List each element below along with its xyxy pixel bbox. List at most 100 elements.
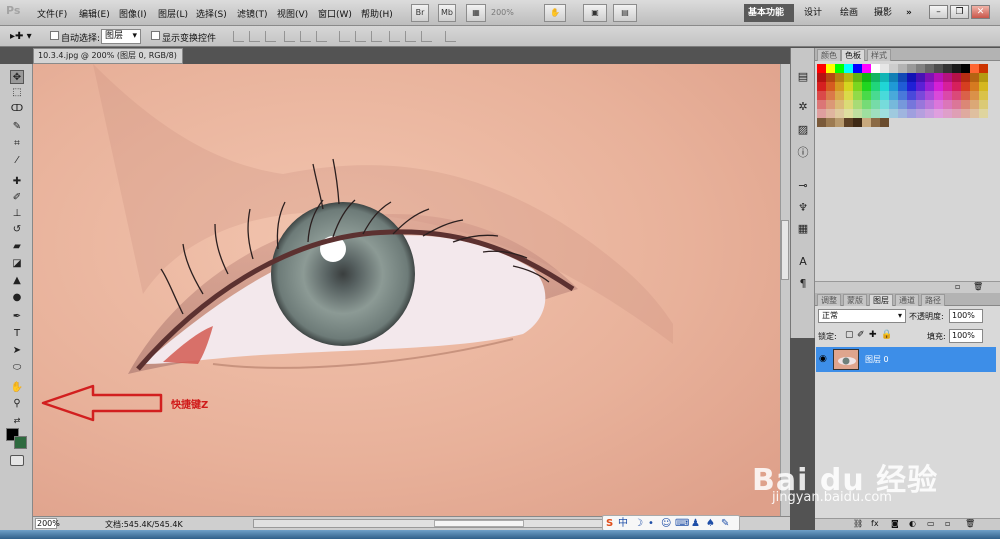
color-swatch[interactable] xyxy=(979,100,988,109)
color-swatch[interactable] xyxy=(907,91,916,100)
color-swatch[interactable] xyxy=(880,73,889,82)
color-swatch[interactable] xyxy=(889,64,898,73)
lock-all-icon[interactable]: 🔒 xyxy=(881,330,892,340)
tab-swatches[interactable]: 色板 xyxy=(841,49,865,61)
user-icon[interactable]: ♟ xyxy=(691,518,700,529)
color-swatch[interactable] xyxy=(880,118,889,127)
tools-icon[interactable]: ✎ xyxy=(721,518,729,529)
path-selection-tool-icon[interactable]: ➤ xyxy=(10,344,24,358)
marquee-tool-icon[interactable]: ⬚ xyxy=(10,86,24,100)
color-swatch[interactable] xyxy=(898,118,907,127)
color-swatch[interactable] xyxy=(889,109,898,118)
color-swatch[interactable] xyxy=(862,82,871,91)
color-swatch[interactable] xyxy=(826,109,835,118)
quick-mask-button[interactable] xyxy=(10,455,24,466)
document-tab[interactable]: 10.3.4.jpg @ 200% (图层 0, RGB/8) * xyxy=(33,48,183,74)
document-canvas[interactable] xyxy=(33,64,780,516)
distribute-right-icon[interactable] xyxy=(421,31,432,42)
color-swatch[interactable] xyxy=(835,91,844,100)
color-swatch[interactable] xyxy=(970,100,979,109)
color-swatch[interactable] xyxy=(862,73,871,82)
minimize-button[interactable]: – xyxy=(929,5,948,19)
color-swatch[interactable] xyxy=(835,100,844,109)
color-swatch[interactable] xyxy=(952,64,961,73)
color-swatch[interactable] xyxy=(916,100,925,109)
menu-filter[interactable]: 滤镜(T) xyxy=(237,7,268,20)
color-swatch[interactable] xyxy=(862,100,871,109)
group-layers-icon[interactable]: ▭ xyxy=(927,519,935,528)
align-vcenter-icon[interactable] xyxy=(249,31,260,42)
paragraph-panel-icon[interactable]: ¶ xyxy=(796,277,810,291)
color-swatch[interactable] xyxy=(961,100,970,109)
workspace-photography[interactable]: 摄影 xyxy=(870,4,896,22)
color-swatch[interactable] xyxy=(880,91,889,100)
type-tool-icon[interactable]: T xyxy=(10,327,24,341)
crop-tool-icon[interactable]: ⌗ xyxy=(10,137,24,151)
add-mask-icon[interactable]: ◙ xyxy=(891,519,899,528)
auto-align-icon[interactable] xyxy=(445,31,456,42)
color-swatch[interactable] xyxy=(925,118,934,127)
color-swatch[interactable] xyxy=(970,82,979,91)
lock-transparent-icon[interactable]: ▢ xyxy=(845,330,854,340)
color-swatch[interactable] xyxy=(979,64,988,73)
color-swatch[interactable] xyxy=(844,100,853,109)
color-swatch[interactable] xyxy=(889,82,898,91)
character-panel-icon[interactable]: A xyxy=(796,255,810,269)
brush-tool-icon[interactable]: ✐ xyxy=(10,191,24,205)
quick-selection-tool-icon[interactable]: ✎ xyxy=(10,120,24,134)
layer-style-icon[interactable]: fx xyxy=(871,519,879,528)
menu-window[interactable]: 窗口(W) xyxy=(318,7,352,20)
workspace-painting[interactable]: 绘画 xyxy=(836,4,862,22)
menu-help[interactable]: 帮助(H) xyxy=(361,7,393,20)
blur-tool-icon[interactable]: ▲ xyxy=(10,274,24,288)
delete-swatch-icon[interactable]: 🗑 xyxy=(973,282,983,291)
blend-mode-select[interactable]: 正常 ▾ xyxy=(818,309,906,323)
punctuation-icon[interactable]: ☽ xyxy=(634,518,643,529)
color-swatch[interactable] xyxy=(844,82,853,91)
tab-color[interactable]: 颜色 xyxy=(817,49,841,61)
paint-bucket-tool-icon[interactable]: ◪ xyxy=(10,257,24,271)
close-button[interactable]: ✕ xyxy=(971,5,990,19)
lasso-tool-icon[interactable]: ↀ xyxy=(10,102,24,116)
clone-stamp-tool-icon[interactable]: ⊥ xyxy=(10,207,24,221)
skin-icon[interactable]: ♠ xyxy=(706,518,715,529)
color-swatch[interactable] xyxy=(880,109,889,118)
arrange-documents-button[interactable]: ▤ xyxy=(613,4,637,22)
distribute-vcenter-icon[interactable] xyxy=(355,31,366,42)
color-swatch[interactable] xyxy=(907,64,916,73)
color-swatch[interactable] xyxy=(970,91,979,100)
hand-tool-button[interactable]: ✋ xyxy=(544,4,566,22)
color-swatch[interactable] xyxy=(871,118,880,127)
opacity-field[interactable]: 100% xyxy=(949,309,983,323)
ime-mode-label[interactable]: 中 xyxy=(618,518,628,529)
color-swatch[interactable] xyxy=(817,82,826,91)
color-swatch[interactable] xyxy=(970,118,979,127)
brushes-panel-icon[interactable]: ⊸ xyxy=(796,179,810,193)
color-swatch[interactable] xyxy=(979,73,988,82)
color-swatch[interactable] xyxy=(871,100,880,109)
color-swatch[interactable] xyxy=(862,64,871,73)
color-swatch[interactable] xyxy=(961,109,970,118)
color-swatch[interactable] xyxy=(952,100,961,109)
link-layers-icon[interactable]: ⛓ xyxy=(853,519,863,528)
menu-view[interactable]: 视图(V) xyxy=(277,7,308,20)
color-swatch[interactable] xyxy=(835,73,844,82)
color-swatch[interactable] xyxy=(898,109,907,118)
color-swatch[interactable] xyxy=(835,118,844,127)
color-swatch[interactable] xyxy=(943,73,952,82)
color-swatch[interactable] xyxy=(925,100,934,109)
color-swatch[interactable] xyxy=(853,109,862,118)
color-swatch[interactable] xyxy=(871,64,880,73)
color-swatch[interactable] xyxy=(862,109,871,118)
color-swatch[interactable] xyxy=(979,118,988,127)
align-left-icon[interactable] xyxy=(284,31,295,42)
color-swatch[interactable] xyxy=(943,100,952,109)
color-swatch[interactable] xyxy=(943,64,952,73)
color-swatch[interactable] xyxy=(844,73,853,82)
status-zoom-field[interactable]: 200% xyxy=(35,518,60,529)
move-tool-icon[interactable]: ✥ xyxy=(10,70,24,84)
color-swatch[interactable] xyxy=(934,82,943,91)
bridge-button[interactable]: Br xyxy=(411,4,429,22)
background-color-swatch[interactable] xyxy=(14,436,27,449)
color-swatch[interactable] xyxy=(925,109,934,118)
